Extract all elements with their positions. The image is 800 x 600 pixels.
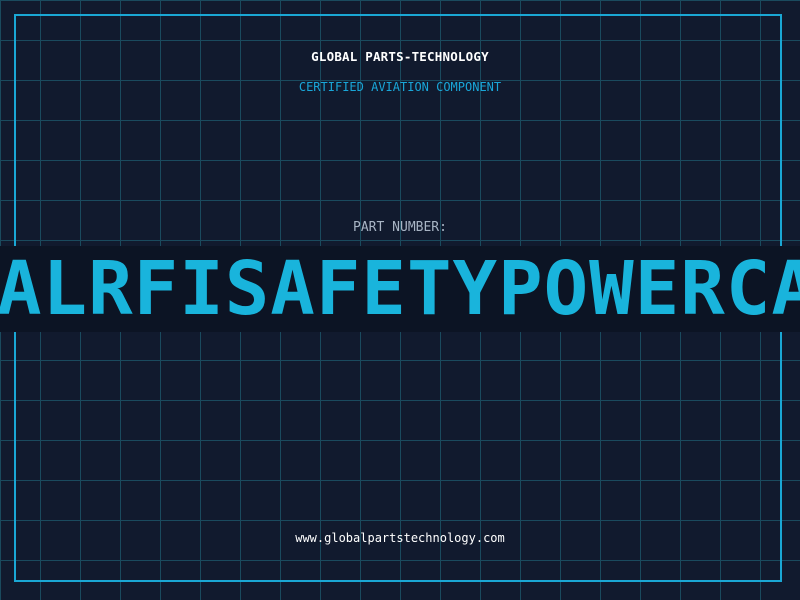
part-number-label: PART NUMBER:	[353, 220, 447, 235]
website-url: www.globalpartstechnology.com	[295, 531, 505, 545]
certification-tagline: CERTIFIED AVIATION COMPONENT	[298, 80, 502, 94]
part-number-value: ALRFISAFETYPOWERCA	[0, 246, 800, 332]
company-name: GLOBAL PARTS-TECHNOLOGY	[311, 49, 489, 64]
part-number-band: ALRFISAFETYPOWERCA	[0, 246, 800, 332]
